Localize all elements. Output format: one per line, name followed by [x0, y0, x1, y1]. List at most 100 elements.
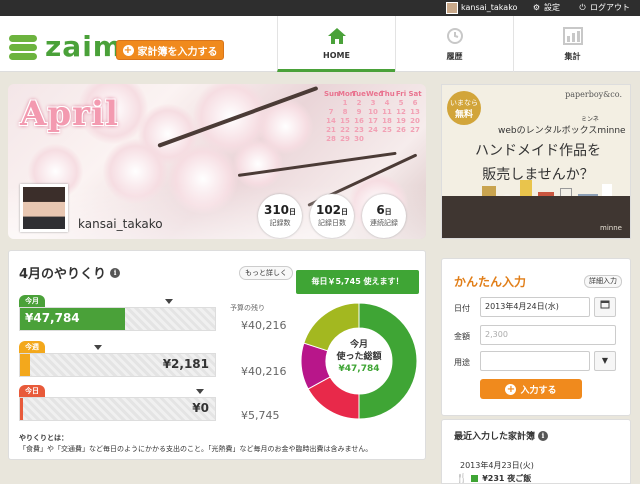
info-icon[interactable]: i — [110, 267, 121, 278]
calendar-day-name: Thu — [380, 90, 395, 98]
stat-days-unit: 日 — [341, 208, 349, 216]
settings-link[interactable]: ⚙ 設定 — [532, 0, 560, 16]
calendar-date: 17 — [368, 117, 378, 125]
calendar-day-name: Fri — [395, 90, 407, 98]
budget-progress-fill — [20, 398, 23, 420]
user-avatar — [446, 2, 458, 14]
calendar-day-name: Sun — [324, 90, 340, 98]
category-dropdown-button[interactable]: ▼ — [594, 351, 616, 371]
category-color-swatch — [471, 475, 479, 482]
info-icon[interactable]: i — [538, 430, 549, 441]
calendar-date: 3 — [370, 99, 376, 107]
logout-link[interactable]: ⏻ ログアウト — [578, 0, 630, 16]
budget-spent-amount: ¥47,784 — [25, 311, 80, 325]
clock-icon — [445, 26, 465, 46]
calendar-date: 28 — [326, 135, 336, 143]
calendar-date: 6 — [412, 99, 418, 107]
budget-progress-bar — [19, 397, 216, 421]
budget-notes: やりくりとは： 「食費」や「交通費」など毎日のようにかかる支出のこと。「光熱費」… — [19, 433, 372, 455]
budget-period-tag: 今月 — [19, 295, 45, 307]
calendar-date — [380, 135, 394, 144]
calendar-date: 14 — [326, 117, 336, 125]
calendar-date: 25 — [382, 126, 392, 134]
top-bar: kansai_takako ⚙ 設定 ⏻ ログアウト — [0, 0, 640, 16]
calendar-header: Sun Mon Tue Wed Thu Fri Sat — [324, 90, 424, 99]
category-label: 用途 — [454, 358, 470, 367]
donut-amount: ¥47,784 — [338, 364, 380, 374]
zaim-logo[interactable]: zaim — [7, 30, 123, 63]
ad-brand: paperboy&co. — [565, 90, 622, 99]
tab-home-label: HOME — [323, 50, 350, 60]
blossom-decoration — [233, 139, 283, 189]
budget-panel: 4月のやりくり i もっと詳しく 毎日￥5,745 使えます！ 予算の残り 今月… — [8, 250, 426, 460]
date-field[interactable]: 2013年4月24日(水) — [480, 297, 590, 317]
calendar-date: 21 — [326, 126, 336, 134]
calendar-date: 24 — [368, 126, 378, 134]
detail-input-button[interactable]: 詳細入力 — [584, 275, 622, 288]
profile-banner: April Sun Mon Tue Wed Thu Fri Sat 123456… — [8, 84, 426, 239]
calendar-date: 9 — [356, 108, 362, 116]
user-menu[interactable]: kansai_takako — [446, 0, 517, 16]
calendar-date: 12 — [396, 108, 406, 116]
fork-knife-icon: 🍴 — [456, 473, 468, 484]
stat-records-value: 310 — [263, 203, 290, 217]
calendar-date: 1 — [342, 99, 348, 107]
add-book-button[interactable]: + 家計簿を入力する — [116, 40, 224, 60]
stat-records-label: 記録数 — [269, 219, 291, 227]
calendar-date — [408, 135, 422, 144]
stat-streak: 6日 連続記録 — [362, 194, 406, 238]
calendar-date — [366, 135, 380, 144]
calendar-week-row: 21 22 23 24 25 26 27 — [324, 126, 424, 135]
calendar-week-row: 14 15 16 17 18 19 20 — [324, 117, 424, 126]
ad-subtitle: webのレンタルボックスminne — [498, 126, 626, 136]
budget-bar-row: 今週 ¥2,181 — [19, 341, 219, 381]
stat-streak-label: 連続記録 — [370, 219, 398, 227]
stat-days-value: 102 — [315, 203, 342, 217]
calendar-date — [324, 99, 338, 108]
more-detail-button[interactable]: もっと詳しく — [239, 266, 293, 280]
amount-field[interactable]: 2,300 — [480, 325, 616, 345]
calendar-date: 8 — [342, 108, 348, 116]
stat-streak-unit: 日 — [384, 208, 392, 216]
donut-line1: 今月 — [349, 340, 368, 350]
calendar-date: 5 — [398, 99, 404, 107]
category-select[interactable] — [480, 351, 590, 371]
donut-line2: 使った総額 — [336, 352, 382, 362]
budget-progress-fill — [20, 354, 30, 376]
calendar-day-name: Wed — [366, 90, 384, 98]
recent-title-text: 最近入力した家計簿 — [454, 432, 536, 442]
tab-home[interactable]: HOME — [277, 16, 395, 72]
ad-headline-line2: 販売しませんか？ — [482, 167, 594, 183]
profile-avatar[interactable] — [20, 184, 68, 232]
stat-streak-value: 6 — [376, 203, 385, 217]
budget-bar-row: 今日 ¥0 — [19, 385, 219, 425]
tab-history[interactable]: 履歴 — [395, 16, 513, 72]
coins-logo-icon — [7, 33, 39, 61]
calendar-date: 22 — [340, 126, 350, 134]
main-nav: HOME 履歴 集計 — [277, 16, 640, 72]
budget-pointer-marker — [93, 345, 102, 350]
calendar-week-row: 28 29 30 — [324, 135, 424, 144]
amount-label: 金額 — [454, 332, 470, 341]
stat-records: 310日 記録数 — [258, 194, 302, 238]
recent-entry[interactable]: 🍴 ¥231 夜ご飯 — [456, 473, 531, 484]
chevron-down-icon: ▼ — [601, 356, 609, 365]
calendar-day-name: Sat — [408, 90, 422, 98]
budget-bar-row: 今月 ¥47,784 — [19, 295, 219, 335]
daily-allowance-banner: 毎日￥5,745 使えます！ — [296, 270, 419, 294]
submit-entry-button[interactable]: + 入力する — [480, 379, 582, 399]
minne-ad-banner[interactable]: いまなら 無料 paperboy&co. ミンネ webのレンタルボックスmin… — [441, 84, 631, 239]
calendar-button[interactable] — [594, 297, 616, 317]
calendar-day-name: Mon — [338, 90, 355, 98]
tab-summary[interactable]: 集計 — [513, 16, 631, 72]
header: zaim + 家計簿を入力する HOME 履歴 集計 — [0, 16, 640, 72]
budget-pointer-marker — [196, 389, 205, 394]
budget-pointer-marker — [164, 299, 173, 304]
calendar-icon — [600, 300, 610, 309]
budget-remaining-amount: ¥40,216 — [241, 365, 287, 378]
logo-text: zaim — [45, 30, 123, 63]
ad-headline-line1: ハンドメイド作品を — [475, 143, 601, 159]
calendar-date: 23 — [354, 126, 364, 134]
budget-spent-amount: ¥2,181 — [162, 357, 209, 371]
ad-footer-logo: minne — [600, 224, 622, 232]
